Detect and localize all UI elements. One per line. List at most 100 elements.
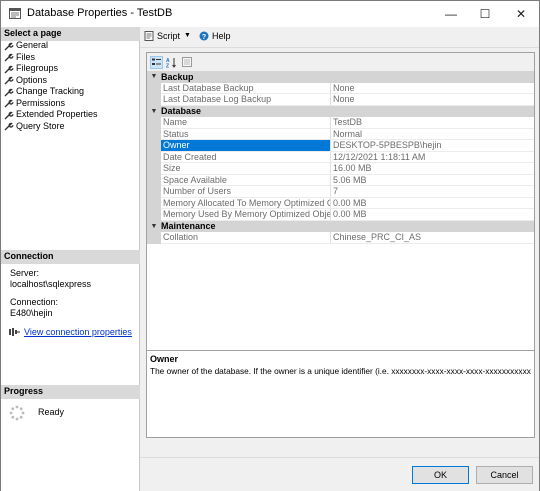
category-database[interactable]: ▼ Database <box>147 105 534 117</box>
page-label: Query Store <box>16 120 65 131</box>
server-label: Server: <box>10 268 40 278</box>
property-name: Memory Allocated To Memory Optimized Obj… <box>161 197 331 209</box>
page-item-change-tracking[interactable]: Change Tracking <box>4 86 138 98</box>
page-label: Extended Properties <box>16 109 98 119</box>
property-row[interactable]: Date Created 12/12/2021 1:18:11 AM <box>147 151 534 163</box>
property-value: 0.00 MB <box>331 198 534 209</box>
property-name: Name <box>161 117 331 129</box>
property-name: Date Created <box>161 151 331 163</box>
category-maintenance[interactable]: ▼ Maintenance <box>147 220 534 232</box>
property-value: 12/12/2021 1:18:11 AM <box>331 152 534 163</box>
property-row[interactable]: Collation Chinese_PRC_CI_AS <box>147 232 534 244</box>
property-row[interactable]: Name TestDB <box>147 117 534 129</box>
property-name: Space Available <box>161 174 331 186</box>
connection-info: Server: localhost\sqlexpress Connection:… <box>10 268 91 318</box>
page-label: Change Tracking <box>16 86 85 96</box>
collapse-icon[interactable]: ▼ <box>147 108 161 115</box>
cancel-button[interactable]: Cancel <box>476 466 533 484</box>
page-label: Options <box>16 74 48 85</box>
page-list: General Files Filegroups Options Change … <box>4 40 138 132</box>
minimize-button[interactable]: — <box>433 1 469 27</box>
alphabetical-view-button[interactable]: A Z <box>165 56 178 69</box>
ok-button[interactable]: OK <box>412 466 469 484</box>
dialog-button-bar: OK Cancel <box>140 457 539 491</box>
property-value: Normal <box>331 129 534 140</box>
collapse-icon[interactable]: ▼ <box>147 223 161 230</box>
view-connection-properties-link[interactable]: View connection properties <box>24 327 132 337</box>
page-item-extended-properties[interactable]: Extended Properties <box>4 109 138 121</box>
property-value: 7 <box>331 186 534 198</box>
categorized-icon <box>152 58 161 65</box>
window-title: Database Properties - TestDB <box>27 7 173 19</box>
page-label: Filegroups <box>16 63 59 73</box>
property-value: TestDB <box>331 117 534 129</box>
property-value: DESKTOP-5PBESPB\hejin <box>331 140 534 152</box>
close-button[interactable]: ✕ <box>503 1 539 27</box>
maximize-button[interactable]: ☐ <box>467 1 503 27</box>
wrench-icon <box>4 77 14 85</box>
property-grid-toolbar: A Z <box>147 53 534 71</box>
script-button[interactable]: Script ▼ <box>144 30 191 41</box>
page-item-general[interactable]: General <box>4 40 138 52</box>
category-label: Backup <box>161 71 194 82</box>
property-name: Size <box>161 163 331 175</box>
description-text: The owner of the database. If the owner … <box>150 366 531 376</box>
script-icon <box>144 30 154 41</box>
page-item-options[interactable]: Options <box>4 75 138 87</box>
page-item-files[interactable]: Files <box>4 52 138 64</box>
toolbar-divider <box>140 47 539 48</box>
page-item-filegroups[interactable]: Filegroups <box>4 63 138 75</box>
property-row[interactable]: Last Database Log Backup None <box>147 94 534 106</box>
page-item-permissions[interactable]: Permissions <box>4 98 138 110</box>
property-value: Chinese_PRC_CI_AS <box>331 232 534 244</box>
property-pages-button[interactable] <box>180 56 193 69</box>
property-row[interactable]: Size 16.00 MB <box>147 163 534 175</box>
property-row-selected[interactable]: Owner DESKTOP-5PBESPB\hejin <box>147 140 534 152</box>
property-name: Last Database Backup <box>161 82 331 94</box>
wrench-icon <box>4 54 14 62</box>
property-name: Memory Used By Memory Optimized Objects <box>161 209 331 221</box>
help-button[interactable]: ? Help <box>199 31 230 41</box>
property-row[interactable]: Memory Used By Memory Optimized Objects 0… <box>147 209 534 221</box>
wrench-icon <box>4 123 14 131</box>
page-label: General <box>16 40 49 50</box>
property-row[interactable]: Memory Allocated To Memory Optimized Obj… <box>147 197 534 209</box>
property-name: Owner <box>161 140 331 152</box>
property-value: 0.00 MB <box>331 209 534 221</box>
wrench-icon <box>4 100 14 108</box>
property-row[interactable]: Status Normal <box>147 128 534 140</box>
property-grid: A Z ▼ Backup Last Database Backup None L… <box>146 52 535 438</box>
progress-header: Progress <box>1 385 140 399</box>
property-row[interactable]: Number of Users 7 <box>147 186 534 198</box>
property-name: Status <box>161 128 331 140</box>
property-name: Collation <box>161 232 331 244</box>
progress-status: Ready <box>38 407 65 417</box>
property-pages-icon <box>181 57 192 67</box>
category-backup[interactable]: ▼ Backup <box>147 71 534 83</box>
property-value: None <box>331 94 534 106</box>
property-row[interactable]: Space Available 5.06 MB <box>147 174 534 186</box>
collapse-icon[interactable]: ▼ <box>147 73 161 80</box>
category-label: Maintenance <box>161 221 216 232</box>
property-value: None <box>331 83 534 94</box>
right-pane: Script ▼ ? Help A Z ▼ Backup Last Databa… <box>140 27 539 457</box>
chevron-down-icon[interactable]: ▼ <box>184 32 191 39</box>
connection-label: Connection: <box>10 297 59 307</box>
property-value: 5.06 MB <box>331 175 534 186</box>
wrench-icon <box>4 111 14 120</box>
description-title: Owner <box>150 354 179 364</box>
property-name: Last Database Log Backup <box>161 94 331 106</box>
property-value: 16.00 MB <box>331 163 534 175</box>
svg-text:?: ? <box>202 34 206 41</box>
category-label: Database <box>161 106 202 117</box>
svg-text:Z: Z <box>166 63 169 68</box>
page-label: Permissions <box>16 97 66 108</box>
property-name: Number of Users <box>161 186 331 198</box>
title-bar: Database Properties - TestDB — ☐ ✕ <box>1 1 539 27</box>
categorized-view-button[interactable] <box>150 55 163 69</box>
connection-plug-icon <box>9 328 20 336</box>
page-item-query-store[interactable]: Query Store <box>4 121 138 133</box>
script-label: Script <box>157 30 181 41</box>
property-row[interactable]: Last Database Backup None <box>147 82 534 94</box>
connection-value: E480\hejin <box>10 307 53 318</box>
